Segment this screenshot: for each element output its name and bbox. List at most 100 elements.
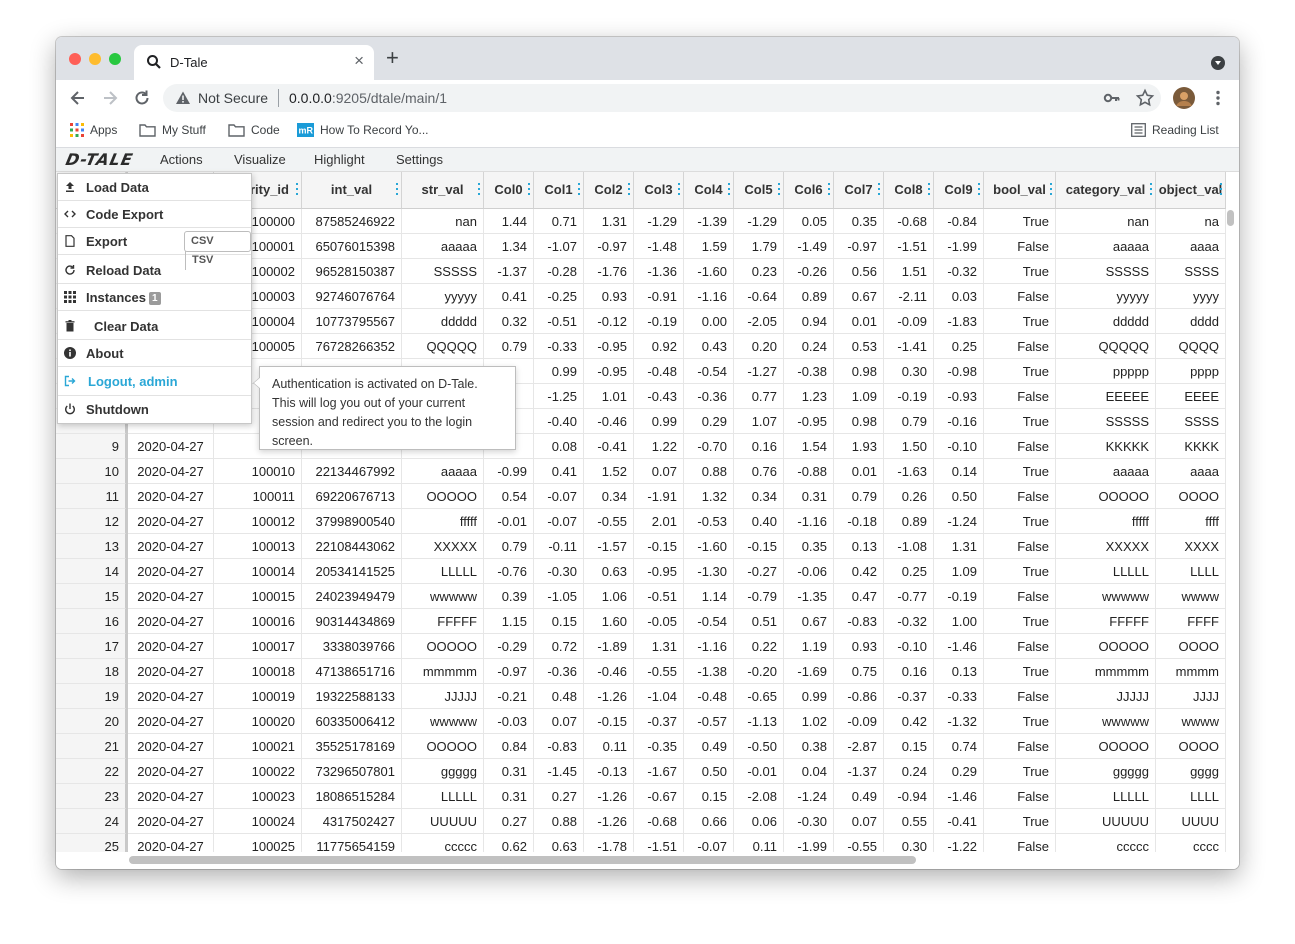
table-cell[interactable]: -0.83 <box>834 609 884 634</box>
table-cell[interactable]: 0.20 <box>734 334 784 359</box>
table-cell[interactable]: 100024 <box>214 809 302 834</box>
table-cell[interactable]: 65076015398 <box>302 234 402 259</box>
table-cell[interactable]: -0.33 <box>934 684 984 709</box>
table-cell[interactable]: -0.55 <box>584 509 634 534</box>
row-index[interactable]: 23 <box>56 784 126 809</box>
table-cell[interactable]: 0.35 <box>834 209 884 234</box>
table-cell[interactable]: 2020-04-27 <box>128 559 214 584</box>
table-cell[interactable]: True <box>984 559 1056 584</box>
table-cell[interactable]: -0.05 <box>634 609 684 634</box>
table-cell[interactable]: -0.26 <box>784 259 834 284</box>
reading-list[interactable]: Reading List <box>1131 123 1219 137</box>
table-cell[interactable]: 0.13 <box>934 659 984 684</box>
table-cell[interactable]: -0.37 <box>634 709 684 734</box>
table-cell[interactable]: -1.16 <box>784 509 834 534</box>
table-cell[interactable]: mmmm <box>1156 659 1226 684</box>
column-menu-handle-icon[interactable] <box>528 183 530 196</box>
table-cell[interactable]: 0.94 <box>784 309 834 334</box>
table-cell[interactable]: 2020-04-27 <box>128 509 214 534</box>
table-cell[interactable]: 1.09 <box>934 559 984 584</box>
table-cell[interactable]: KKKKK <box>1056 434 1156 459</box>
table-cell[interactable]: -1.46 <box>934 784 984 809</box>
table-cell[interactable]: -1.37 <box>834 759 884 784</box>
table-cell[interactable]: 0.55 <box>884 809 934 834</box>
table-cell[interactable]: 2020-04-27 <box>128 784 214 809</box>
table-cell[interactable]: 1.60 <box>584 609 634 634</box>
table-cell[interactable]: 18086515284 <box>302 784 402 809</box>
table-cell[interactable]: -0.95 <box>634 559 684 584</box>
tab-search-icon[interactable] <box>1211 56 1225 70</box>
table-cell[interactable]: wwww <box>1156 584 1226 609</box>
table-cell[interactable]: 0.07 <box>834 809 884 834</box>
column-header-col4[interactable]: Col4 <box>684 172 734 209</box>
table-cell[interactable]: True <box>984 209 1056 234</box>
menu-item-about[interactable]: About <box>58 340 251 367</box>
table-cell[interactable]: SSSS <box>1156 409 1226 434</box>
table-cell[interactable]: -2.11 <box>884 284 934 309</box>
table-cell[interactable]: 1.79 <box>734 234 784 259</box>
table-cell[interactable]: -1.22 <box>934 834 984 852</box>
menu-actions[interactable]: Actions <box>160 152 203 167</box>
column-menu-handle-icon[interactable] <box>478 183 480 196</box>
table-cell[interactable]: 2020-04-27 <box>128 459 214 484</box>
table-cell[interactable]: 2020-04-27 <box>128 609 214 634</box>
table-cell[interactable]: 1.19 <box>784 634 834 659</box>
table-cell[interactable]: aaaaa <box>402 234 484 259</box>
table-cell[interactable]: 0.50 <box>684 759 734 784</box>
table-cell[interactable]: 0.24 <box>884 759 934 784</box>
table-cell[interactable]: -0.54 <box>684 609 734 634</box>
table-cell[interactable]: -0.35 <box>634 734 684 759</box>
table-cell[interactable]: -0.99 <box>484 459 534 484</box>
table-cell[interactable]: -0.48 <box>634 359 684 384</box>
table-cell[interactable]: 2020-04-27 <box>128 834 214 852</box>
table-cell[interactable]: 0.11 <box>584 734 634 759</box>
table-cell[interactable]: cccc <box>1156 834 1226 852</box>
horizontal-scrollbar[interactable] <box>129 856 916 864</box>
star-icon[interactable] <box>1135 88 1155 108</box>
table-cell[interactable]: XXXXX <box>1056 534 1156 559</box>
table-cell[interactable]: -0.06 <box>784 559 834 584</box>
table-cell[interactable]: 0.75 <box>834 659 884 684</box>
table-cell[interactable]: -0.07 <box>684 834 734 852</box>
table-cell[interactable]: -0.30 <box>784 809 834 834</box>
table-cell[interactable]: -0.33 <box>534 334 584 359</box>
table-cell[interactable]: 0.54 <box>484 484 534 509</box>
row-index[interactable]: 9 <box>56 434 126 459</box>
table-cell[interactable]: JJJJJ <box>1056 684 1156 709</box>
table-cell[interactable]: 0.99 <box>634 409 684 434</box>
table-cell[interactable]: -1.24 <box>934 509 984 534</box>
column-header-int-val[interactable]: int_val <box>302 172 402 209</box>
table-cell[interactable]: 22134467992 <box>302 459 402 484</box>
table-cell[interactable]: 0.29 <box>684 409 734 434</box>
menu-item-shutdown[interactable]: Shutdown <box>58 396 251 423</box>
column-header-bool-val[interactable]: bool_val <box>984 172 1056 209</box>
table-cell[interactable]: True <box>984 659 1056 684</box>
table-cell[interactable]: 35525178169 <box>302 734 402 759</box>
column-header-col7[interactable]: Col7 <box>834 172 884 209</box>
menu-visualize[interactable]: Visualize <box>234 152 286 167</box>
table-cell[interactable]: 1.01 <box>584 384 634 409</box>
table-cell[interactable]: 47138651716 <box>302 659 402 684</box>
table-cell[interactable]: 0.22 <box>734 634 784 659</box>
table-cell[interactable]: True <box>984 409 1056 434</box>
table-cell[interactable]: -1.48 <box>634 234 684 259</box>
column-menu-handle-icon[interactable] <box>728 183 730 196</box>
table-cell[interactable]: 0.30 <box>884 359 934 384</box>
table-cell[interactable]: True <box>984 609 1056 634</box>
table-cell[interactable]: 0.15 <box>884 734 934 759</box>
table-cell[interactable]: 73296507801 <box>302 759 402 784</box>
table-cell[interactable]: -0.77 <box>884 584 934 609</box>
table-cell[interactable]: 100021 <box>214 734 302 759</box>
table-cell[interactable]: -2.87 <box>834 734 884 759</box>
table-cell[interactable]: 100013 <box>214 534 302 559</box>
column-menu-handle-icon[interactable] <box>628 183 630 196</box>
reload-icon[interactable] <box>132 88 152 108</box>
table-cell[interactable]: -0.84 <box>934 209 984 234</box>
table-cell[interactable]: UUUUU <box>402 809 484 834</box>
row-index[interactable]: 15 <box>56 584 126 609</box>
table-cell[interactable]: 1.22 <box>634 434 684 459</box>
table-cell[interactable]: -1.67 <box>634 759 684 784</box>
table-cell[interactable]: UUUUU <box>1056 809 1156 834</box>
table-cell[interactable]: 0.88 <box>684 459 734 484</box>
table-cell[interactable]: 19322588133 <box>302 684 402 709</box>
